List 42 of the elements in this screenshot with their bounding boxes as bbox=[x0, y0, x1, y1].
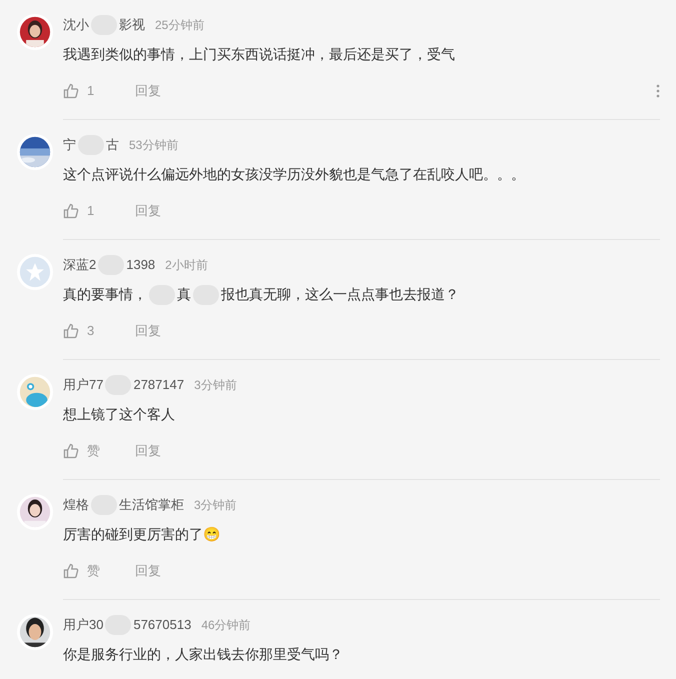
comment-text: 报也真无聊，这么一点点事也去报道？ bbox=[221, 285, 459, 304]
user-name: 影视 bbox=[119, 16, 145, 34]
user-name: 2787147 bbox=[133, 376, 184, 394]
reply-button[interactable]: 回复 bbox=[135, 321, 161, 341]
timestamp: 46分钟前 bbox=[201, 617, 251, 634]
comment-text: 厉害的碰到更厉害的了😁 bbox=[63, 525, 220, 544]
comment-text: 真的要事情， bbox=[63, 285, 147, 304]
user-name: 沈小 bbox=[63, 16, 89, 34]
comment-text: 你是服务行业的，人家出钱去你那里受气吗？ bbox=[63, 645, 343, 664]
like-button[interactable]: 赞 bbox=[63, 561, 135, 581]
thumbs-up-icon bbox=[63, 83, 79, 99]
user-name: 生活馆掌柜 bbox=[119, 496, 184, 514]
reply-button[interactable]: 回复 bbox=[135, 201, 161, 221]
thumbs-up-icon bbox=[63, 563, 79, 579]
like-button[interactable]: 1 bbox=[63, 81, 135, 101]
timestamp: 2小时前 bbox=[165, 257, 208, 274]
timestamp: 3分钟前 bbox=[194, 377, 237, 394]
thumbs-up-icon bbox=[63, 323, 79, 339]
timestamp: 25分钟前 bbox=[155, 17, 204, 34]
more-icon[interactable] bbox=[656, 84, 660, 98]
comment-text: 真 bbox=[177, 285, 191, 304]
user-name: 用户30 bbox=[63, 616, 104, 634]
comment-text: 想上镜了这个客人 bbox=[63, 405, 175, 424]
user-name: 深蓝2 bbox=[63, 256, 96, 274]
like-button[interactable]: 赞 bbox=[63, 441, 135, 461]
thumbs-up-icon bbox=[63, 203, 79, 219]
like-button[interactable]: 3 bbox=[63, 321, 135, 341]
comment-text: 这个点评说什么偏远外地的女孩没学历没外貌也是气急了在乱咬人吧。。。 bbox=[63, 165, 525, 184]
user-name: 57670513 bbox=[133, 616, 192, 634]
user-name: 用户77 bbox=[63, 376, 104, 394]
reply-button[interactable]: 回复 bbox=[135, 441, 161, 461]
user-name: 宁 bbox=[63, 136, 76, 154]
comment-text: 我遇到类似的事情，上门买东西说话挺冲，最后还是买了，受气 bbox=[63, 45, 455, 64]
reply-button[interactable]: 回复 bbox=[135, 561, 161, 581]
user-name: 古 bbox=[106, 136, 119, 154]
timestamp: 53分钟前 bbox=[129, 137, 178, 154]
like-button[interactable]: 1 bbox=[63, 201, 135, 221]
timestamp: 3分钟前 bbox=[194, 497, 237, 514]
user-name: 煌格 bbox=[63, 496, 89, 514]
reply-button[interactable]: 回复 bbox=[135, 81, 161, 101]
user-name: 1398 bbox=[126, 256, 156, 274]
thumbs-up-icon bbox=[63, 443, 79, 459]
